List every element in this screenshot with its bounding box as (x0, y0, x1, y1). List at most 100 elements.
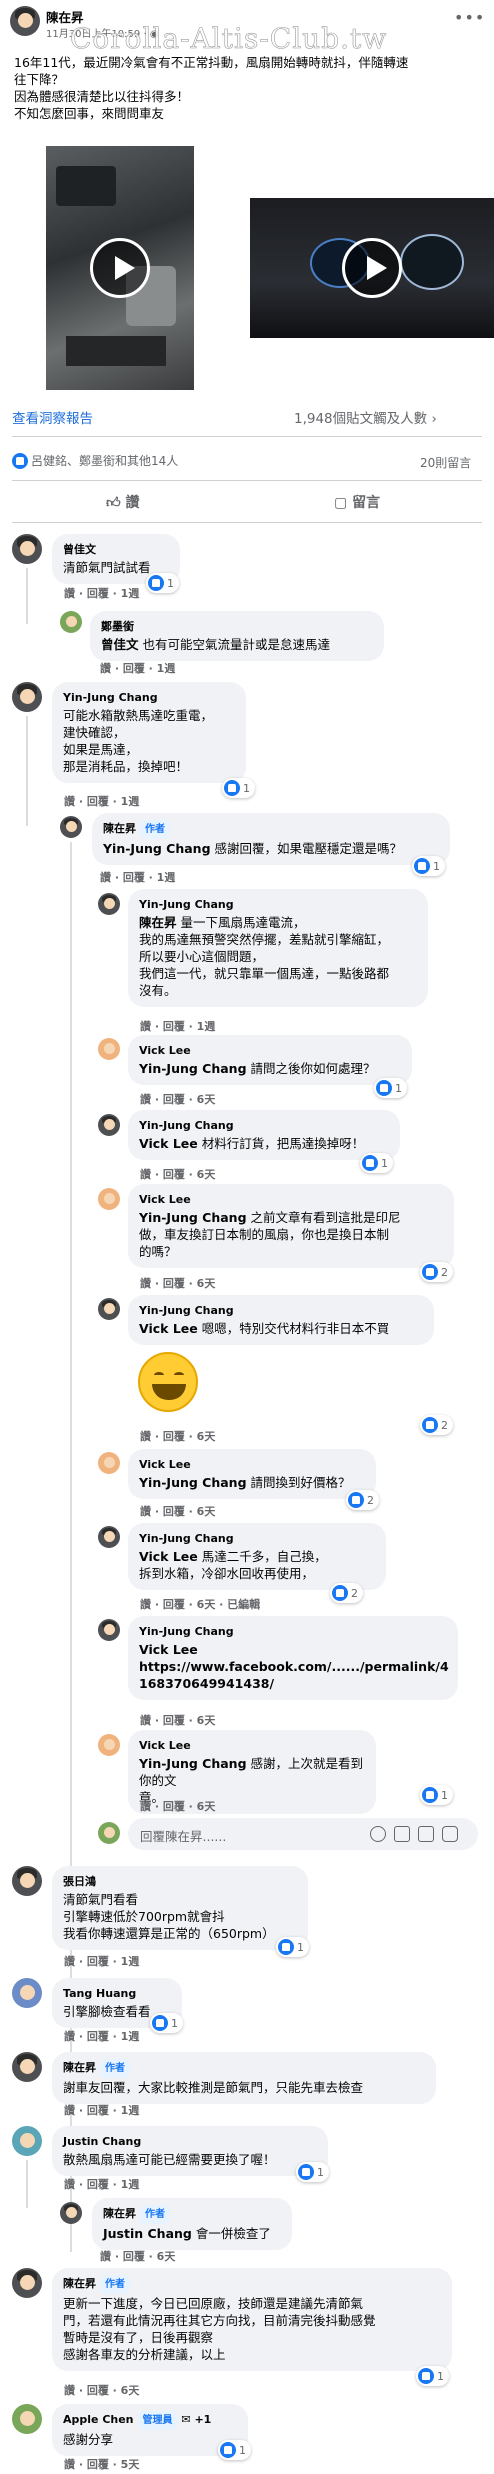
reply-placeholder: 回覆陳在昇...... (140, 1829, 227, 1844)
sticker-icon[interactable] (442, 1826, 458, 1842)
reaction-count[interactable]: 1 (296, 2162, 329, 2182)
comment-actions[interactable]: 讚 · 回覆 · 6天 (140, 1275, 215, 1291)
gif-icon[interactable] (418, 1826, 434, 1842)
comment-actions[interactable]: 讚 · 回覆 · 1週 (100, 869, 175, 885)
reaction-count[interactable]: 1 (412, 856, 445, 876)
view-insights-link[interactable]: 查看洞察報告 (12, 407, 93, 427)
reply-input[interactable]: 回覆陳在昇...... (128, 1818, 478, 1850)
comment-button[interactable]: ▢ 留言 (334, 492, 380, 512)
divider (12, 436, 482, 437)
avatar[interactable] (98, 1452, 120, 1474)
reaction-count[interactable]: 1 (218, 2440, 251, 2460)
comment-bubble: Vick Lee Yin-Jung Chang 請問之後你如何處理？ (128, 1035, 412, 1085)
reaction-count[interactable]: 1 (374, 1078, 407, 1098)
more-options-icon[interactable]: ••• (454, 8, 485, 27)
thread-line (26, 568, 28, 624)
chevron-right-icon: › (431, 411, 437, 427)
reaction-count[interactable]: 1 (360, 1153, 393, 1173)
avatar[interactable] (98, 893, 120, 915)
play-button[interactable] (90, 238, 150, 298)
divider (12, 480, 482, 481)
emoji-icon[interactable] (370, 1826, 386, 1842)
reaction-count[interactable]: 1 (222, 778, 255, 798)
comment-actions[interactable]: 讚 · 回覆 · 1週 (64, 793, 139, 809)
comment-actions[interactable]: 讚 · 回覆 · 1週 (100, 660, 175, 676)
reaction-count[interactable]: 1 (146, 573, 179, 593)
thumbs-up-icon: 👍︎ (106, 495, 121, 511)
like-icon (12, 452, 28, 469)
reaction-count[interactable]: 1 (276, 1937, 309, 1957)
avatar[interactable] (98, 1114, 120, 1136)
author-badge: 作者 (100, 2275, 130, 2294)
comment-actions[interactable]: 讚 · 回覆 · 1週 (64, 2176, 139, 2192)
comment-actions[interactable]: 讚 · 回覆 · 6天 (140, 1712, 215, 1728)
avatar[interactable] (12, 2126, 42, 2156)
author-badge: 作者 (140, 2205, 170, 2224)
speech-bubble-icon: ▢ (334, 495, 348, 511)
admin-badge: 管理員 (137, 2411, 178, 2430)
divider (12, 522, 482, 523)
comment-bubble: 陳在昇 作者 謝車友回覆，大家比較推測是節氣門，只能先車去檢查 (52, 2052, 436, 2104)
comment-actions[interactable]: 讚 · 回覆 · 1週 (64, 585, 139, 601)
comment-actions[interactable]: 讚 · 回覆 · 1週 (64, 2102, 139, 2118)
comment-actions[interactable]: 讚 · 回覆 · 6天 · 已編輯 (140, 1596, 260, 1612)
play-button[interactable] (342, 238, 402, 298)
reaction-count[interactable]: 1 (150, 2013, 183, 2033)
thread-line (26, 716, 28, 826)
comment-bubble: Vick Lee Yin-Jung Chang 之前文章有看到這批是印尼 做，車… (128, 1184, 454, 1268)
comment-actions[interactable]: 讚 · 回覆 · 6天 (64, 2382, 139, 2398)
comment-bubble: Yin-Jung Chang Vick Lee https://www.face… (128, 1616, 458, 1700)
comment-actions[interactable]: 讚 · 回覆 · 6天 (140, 1166, 215, 1182)
post-author-avatar[interactable] (10, 6, 40, 36)
reach-count[interactable]: 1,948個貼文觸及人數 › (294, 407, 437, 427)
grinning-emoji-sticker (138, 1352, 198, 1412)
comment-actions[interactable]: 讚 · 回覆 · 6天 (140, 1428, 215, 1444)
comment-actions[interactable]: 讚 · 回覆 · 5天 (64, 2456, 139, 2472)
reaction-count[interactable]: 2 (346, 1490, 379, 1510)
like-button[interactable]: 👍︎ 讚 (106, 492, 140, 512)
avatar[interactable] (12, 2404, 42, 2434)
comment-actions[interactable]: 讚 · 回覆 · 6天 (140, 1091, 215, 1107)
avatar[interactable] (12, 2052, 42, 2082)
avatar[interactable] (12, 534, 42, 564)
avatar[interactable] (12, 1866, 42, 1896)
author-badge: 作者 (140, 820, 170, 839)
watermark: Corolla-Altis-Club.tw (70, 22, 388, 56)
camera-icon[interactable] (394, 1826, 410, 1842)
comment-bubble: 陳在昇 作者 Justin Chang 會一併檢查了 (92, 2198, 292, 2250)
avatar[interactable] (98, 1526, 120, 1548)
avatar[interactable] (60, 611, 82, 633)
avatar[interactable] (98, 1038, 120, 1060)
comment-actions[interactable]: 讚 · 回覆 · 6天 (140, 1503, 215, 1519)
video-thumbnail-dashboard[interactable] (250, 198, 494, 338)
comment-bubble: Yin-Jung Chang Vick Lee 嗯嗯，特別交代材料行非日本不買 (128, 1295, 434, 1345)
comment-bubble: Yin-Jung Chang 可能水箱散熱馬達吃重電， 建快確認， 如果是馬達，… (52, 682, 246, 783)
avatar[interactable] (12, 2268, 42, 2298)
video-thumbnail-engine[interactable] (46, 146, 194, 390)
avatar[interactable] (12, 682, 42, 712)
avatar[interactable] (98, 1188, 120, 1210)
comment-actions[interactable]: 讚 · 回覆 · 1週 (64, 2028, 139, 2044)
comment-actions[interactable]: 讚 · 回覆 · 6天 (140, 1798, 215, 1814)
comment-actions[interactable]: 讚 · 回覆 · 1週 (140, 1018, 215, 1034)
avatar[interactable] (12, 1978, 42, 2008)
comment-actions[interactable]: 讚 · 回覆 · 1週 (64, 1953, 139, 1969)
comment-actions[interactable]: 讚 · 回覆 · 6天 (100, 2248, 175, 2264)
comment-bubble: 鄭墨銜 曾佳文 也有可能空氣流量計或是怠速馬達 (90, 611, 384, 661)
reaction-count[interactable]: 2 (330, 1583, 363, 1603)
reaction-count[interactable]: 2 (420, 1415, 453, 1435)
avatar[interactable] (98, 1734, 120, 1756)
avatar[interactable] (60, 816, 82, 838)
permalink[interactable]: https://www.facebook.com/....../permalin… (139, 1658, 449, 1675)
reaction-count[interactable]: 1 (416, 2366, 449, 2386)
post-body: 16年11代，最近開冷氣會有不正常抖動，風扇開始轉時就抖，伴隨轉速 往下降？ 因… (14, 55, 409, 121)
avatar[interactable] (60, 2202, 82, 2224)
avatar[interactable] (98, 1619, 120, 1641)
reactions-summary[interactable]: 呂健銘、鄭墨銜和其他14人 (12, 452, 178, 469)
avatar[interactable] (98, 1298, 120, 1320)
reaction-count[interactable]: 1 (420, 1785, 453, 1805)
comment-bubble: Yin-Jung Chang 陳在昇 量一下風扇馬達電流， 我的馬達無預警突然停… (128, 889, 428, 1007)
reaction-count[interactable]: 2 (420, 1262, 453, 1282)
comment-bubble: 陳在昇 作者 Yin-Jung Chang 感謝回覆，如果電壓穩定還是嗎？ (92, 813, 450, 865)
comment-count[interactable]: 20則留言 (420, 454, 471, 471)
